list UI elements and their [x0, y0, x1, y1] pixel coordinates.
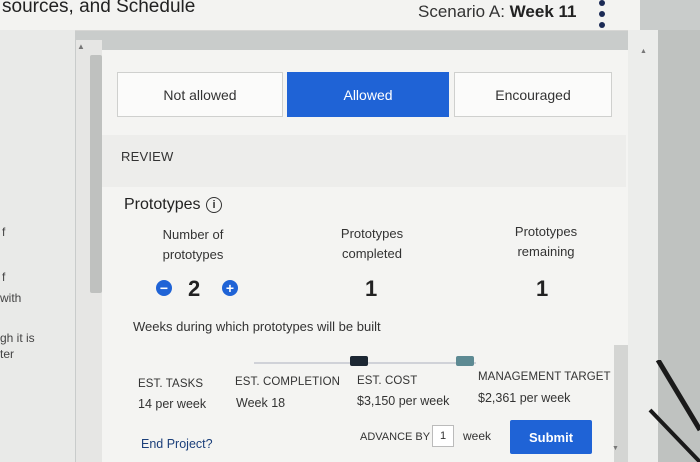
info-icon[interactable]: i	[206, 197, 222, 213]
scroll-down-icon[interactable]: ▼	[612, 445, 619, 452]
left-panel	[0, 30, 75, 462]
timeline-marker[interactable]	[456, 356, 474, 366]
est-completion-value: Week 18	[236, 396, 286, 410]
submit-button[interactable]: Submit	[510, 420, 592, 454]
est-cost-value: $3,150 per week	[357, 394, 450, 408]
page-title: sources, and Schedule	[2, 0, 196, 17]
left-panel-text: with	[0, 291, 22, 305]
left-panel-text: f	[2, 225, 6, 239]
scenario-prefix: Scenario A:	[418, 2, 510, 21]
advance-by-label: ADVANCE BY	[360, 431, 431, 443]
advance-by-input[interactable]: 1	[432, 425, 454, 447]
advance-unit-label: week	[463, 429, 492, 443]
left-panel-text: ter	[0, 347, 15, 361]
decrement-button[interactable]: −	[156, 280, 172, 296]
background-lines	[648, 360, 700, 462]
est-cost-label: EST. COST	[357, 375, 418, 387]
tab-not-allowed[interactable]: Not allowed	[117, 72, 283, 117]
left-panel-text: f	[2, 270, 6, 284]
tab-allowed[interactable]: Allowed	[287, 72, 449, 117]
prototypes-remaining-value: 1	[536, 276, 549, 301]
prototype-count: 2	[188, 276, 201, 301]
prototypes-heading: Prototypes	[124, 196, 201, 213]
management-target-label: MANAGEMENT TARGET	[478, 371, 611, 383]
increment-button[interactable]: +	[222, 280, 238, 296]
end-project-link[interactable]: End Project?	[141, 437, 213, 451]
scroll-up-icon[interactable]: ▲	[640, 48, 647, 55]
weeks-label: Weeks during which prototypes will be bu…	[133, 319, 381, 334]
left-panel-text: gh it is	[0, 331, 35, 345]
review-label: REVIEW	[121, 149, 174, 164]
est-tasks-value: 14 per week	[138, 397, 207, 411]
review-section	[102, 135, 626, 187]
timeline-marker[interactable]	[350, 356, 368, 366]
prototypes-completed-label: Prototypes completed	[340, 226, 404, 261]
est-completion-label: EST. COMPLETION	[235, 376, 341, 388]
tab-encouraged[interactable]: Encouraged	[454, 72, 612, 117]
management-target-value: $2,361 per week	[478, 391, 571, 405]
est-tasks-label: EST. TASKS	[138, 378, 204, 390]
scenario-week: Week 11	[509, 2, 577, 21]
number-prototypes-label: Number of prototypes	[162, 227, 224, 262]
scrollbar-thumb[interactable]	[90, 55, 102, 293]
scenario-label: Scenario A: Week 11	[418, 2, 576, 22]
scroll-up-icon[interactable]: ▲	[77, 42, 85, 51]
more-options-icon[interactable]	[596, 0, 608, 28]
prototypes-remaining-label: Prototypes remaining	[514, 224, 578, 259]
prototypes-completed-value: 1	[365, 276, 378, 301]
